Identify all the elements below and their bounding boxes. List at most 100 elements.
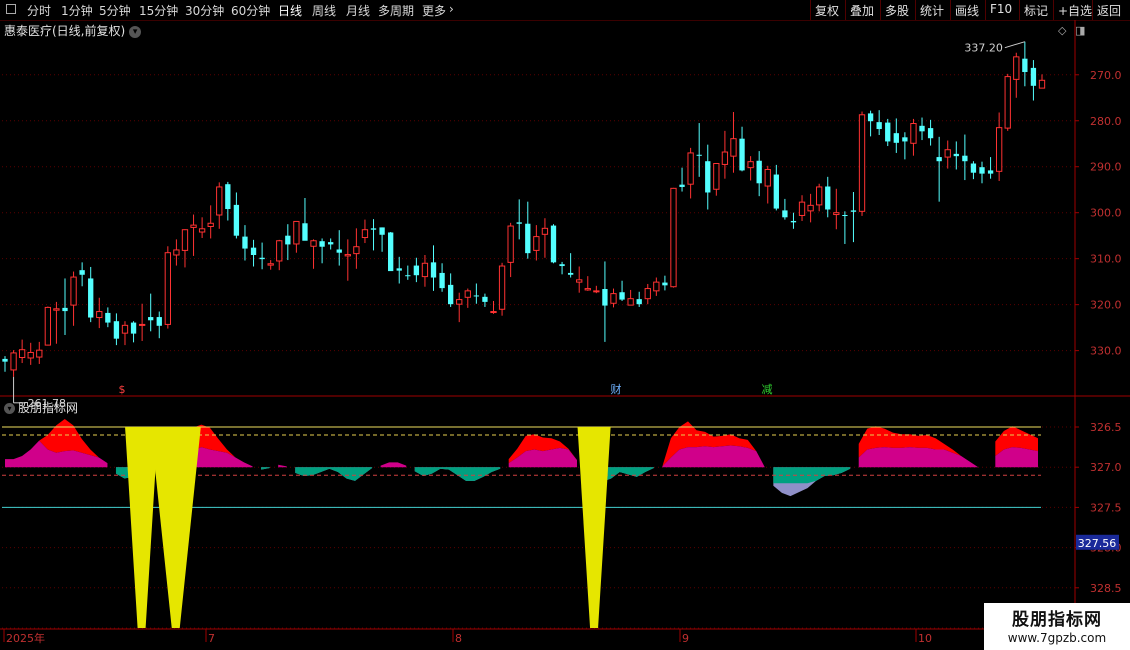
candle-body-down (2, 358, 8, 362)
candle-body-down (130, 322, 137, 334)
candle-body-down (619, 292, 625, 300)
candle-body-up (533, 236, 540, 251)
candle-body-up (1004, 76, 1011, 129)
chevron-down-icon[interactable]: ▾ (4, 403, 15, 414)
candle-body-up (490, 311, 497, 314)
candle-body-up (713, 163, 720, 190)
candle-body-down (525, 223, 531, 254)
candle-body-up (198, 228, 206, 233)
candle-body-up (944, 149, 951, 158)
candle-body-down (1030, 67, 1037, 86)
candle-body-up (190, 224, 197, 228)
candle-body-up (353, 246, 360, 255)
event-marker: $ (119, 383, 126, 396)
candle-body-up (267, 263, 274, 266)
candle-body-down (825, 186, 831, 210)
indicator-teal-area (261, 467, 270, 470)
candle-body-down (225, 184, 231, 210)
indicator-magenta-area (278, 464, 287, 468)
candle-body-down (482, 296, 488, 302)
candle-body-up (807, 204, 814, 212)
ind-y-tick-label: 328.5 (1090, 582, 1122, 595)
candle-body-up (576, 279, 583, 283)
main-y-tick-label: 270.0 (1090, 69, 1122, 82)
candle-body-up (138, 323, 146, 326)
panel-toggle-icon[interactable]: ◨ (1075, 24, 1085, 37)
watermark: 股朋指标网 www.7gpzb.com (984, 603, 1130, 650)
candle-body-down (559, 264, 565, 267)
candle-body-up (584, 288, 591, 291)
candle-body-down (156, 317, 162, 326)
watermark-title: 股朋指标网 (1012, 610, 1102, 630)
candle-body-up (164, 252, 171, 325)
candle-body-down (850, 210, 857, 212)
candle-body-up (764, 168, 771, 187)
candle-body-down (79, 270, 85, 275)
candle-body-down (885, 122, 891, 142)
candle-body-down (842, 215, 848, 216)
candle-body-up (53, 308, 60, 311)
candle-body-down (285, 235, 291, 245)
candle-body-up (858, 114, 866, 212)
candle-body-down (370, 228, 377, 230)
candle-body-up (44, 306, 52, 346)
candle-body-up (276, 240, 283, 262)
candle-body-down (705, 161, 711, 193)
indicator-magenta-area (380, 462, 407, 468)
candle-body-down (696, 154, 702, 156)
candle-body-up (644, 288, 651, 300)
candle-body-up (361, 229, 369, 239)
candle-body-down (550, 225, 557, 263)
candle-body-down (113, 321, 120, 339)
main-y-tick-label: 330.0 (1090, 345, 1122, 358)
candle-body-down (876, 122, 882, 130)
candle-body-down (388, 232, 394, 272)
stock-title: 惠泰医疗(日线,前复权) ▾ (4, 22, 142, 39)
indicator-spike (125, 427, 159, 628)
ind-y-tick-label: 327.0 (1090, 461, 1122, 474)
candle-body-down (319, 241, 325, 247)
main-y-tick-label: 280.0 (1090, 115, 1122, 128)
candle-body-down (979, 167, 985, 174)
candle-body-up (181, 229, 189, 251)
candle-body-up (910, 123, 917, 144)
candle-body-down (396, 268, 402, 271)
candle-body-up (747, 161, 754, 169)
high-annotation-label: 337.20 (964, 42, 1003, 55)
chart-canvas[interactable]: 330.0 320.0 310.0 300.0 290.0 280.0 270.0 337.2… (0, 0, 1130, 650)
candle-body-up (96, 311, 103, 319)
candle-body-down (936, 157, 942, 162)
candle-body-down (636, 299, 642, 305)
candle-body-down (430, 262, 437, 278)
candle-body-down (739, 138, 745, 171)
candle-body-up (995, 127, 1003, 172)
candle-body-down (250, 247, 257, 255)
candle-body-down (88, 278, 94, 318)
candle-body-up (498, 265, 506, 310)
indicator-title: ▾ 股朋指标网 (4, 399, 78, 416)
candle-body-up (70, 276, 77, 306)
candle-body-down (662, 282, 668, 286)
candle-body-up (541, 227, 549, 235)
candle-body-down (790, 220, 797, 223)
candle-body-down (782, 210, 788, 218)
ind-y-tick-label: 327.5 (1090, 501, 1122, 514)
indicator-title-text: 股朋指标网 (18, 401, 79, 415)
candle-body-down (970, 163, 977, 173)
candle-body-up (421, 262, 429, 278)
candle-body-down (405, 275, 411, 277)
candle-body-down (567, 272, 574, 275)
candle-body-down (516, 222, 522, 224)
diamond-icon[interactable]: ◇ (1058, 24, 1066, 37)
chevron-down-icon[interactable]: ▾ (129, 25, 142, 38)
candle-body-up (687, 152, 694, 185)
candle-body-down (439, 272, 445, 289)
candle-body-up (721, 151, 729, 165)
x-axis-label: 9 (682, 632, 689, 645)
candle-body-down (413, 265, 420, 276)
candle-body-up (464, 290, 471, 298)
candle-body-down (148, 317, 154, 321)
x-axis-label: 8 (455, 632, 462, 645)
candle-body-up (344, 254, 351, 257)
candle-body-down (927, 128, 934, 139)
